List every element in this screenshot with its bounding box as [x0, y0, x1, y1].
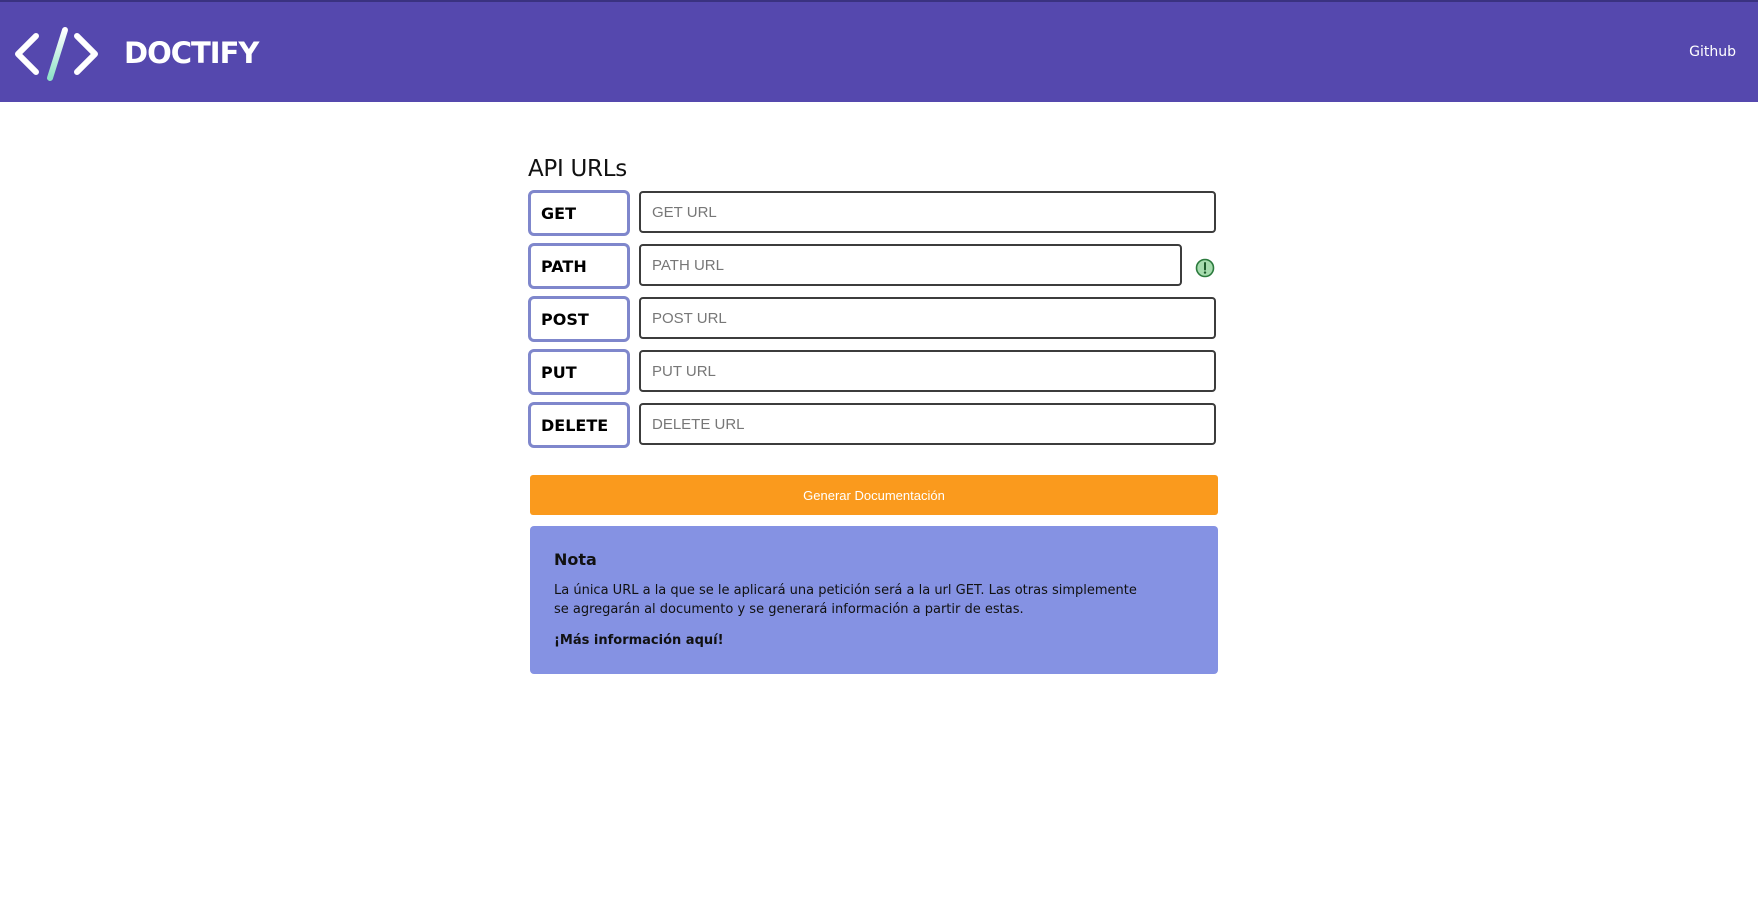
method-button-put[interactable]: PUT [528, 349, 630, 395]
github-link[interactable]: Github [1689, 44, 1736, 60]
note-text: La única URL a la que se le aplicará una… [554, 583, 1137, 617]
url-row-put: PUT [528, 349, 1218, 402]
post-url-input[interactable] [639, 297, 1216, 339]
api-urls-form: API URLs GET PATH POST PUT DELETE Genera… [528, 150, 1218, 674]
url-row-delete: DELETE [528, 402, 1218, 455]
note-title: Nota [554, 550, 597, 569]
method-button-get[interactable]: GET [528, 190, 630, 236]
url-row-path: PATH [528, 243, 1218, 296]
url-row-post: POST [528, 296, 1218, 349]
method-button-delete[interactable]: DELETE [528, 402, 630, 448]
note-panel: Nota La única URL a la que se le aplicar… [530, 526, 1218, 674]
method-button-post[interactable]: POST [528, 296, 630, 342]
page-title: API URLs [528, 156, 627, 182]
more-info-link[interactable]: ¡Más información aquí! [554, 633, 724, 648]
code-brackets-icon [15, 27, 98, 81]
generate-documentation-button[interactable]: Generar Documentación [530, 475, 1218, 515]
top-navbar: DOCTIFY Github [0, 0, 1758, 102]
get-url-input[interactable] [639, 191, 1216, 233]
delete-url-input[interactable] [639, 403, 1216, 445]
url-row-get: GET [528, 190, 1218, 243]
brand-name: DOCTIFY [124, 36, 259, 70]
info-circle-icon[interactable] [1195, 258, 1215, 278]
method-button-path[interactable]: PATH [528, 243, 630, 289]
path-url-input[interactable] [639, 244, 1182, 286]
put-url-input[interactable] [639, 350, 1216, 392]
